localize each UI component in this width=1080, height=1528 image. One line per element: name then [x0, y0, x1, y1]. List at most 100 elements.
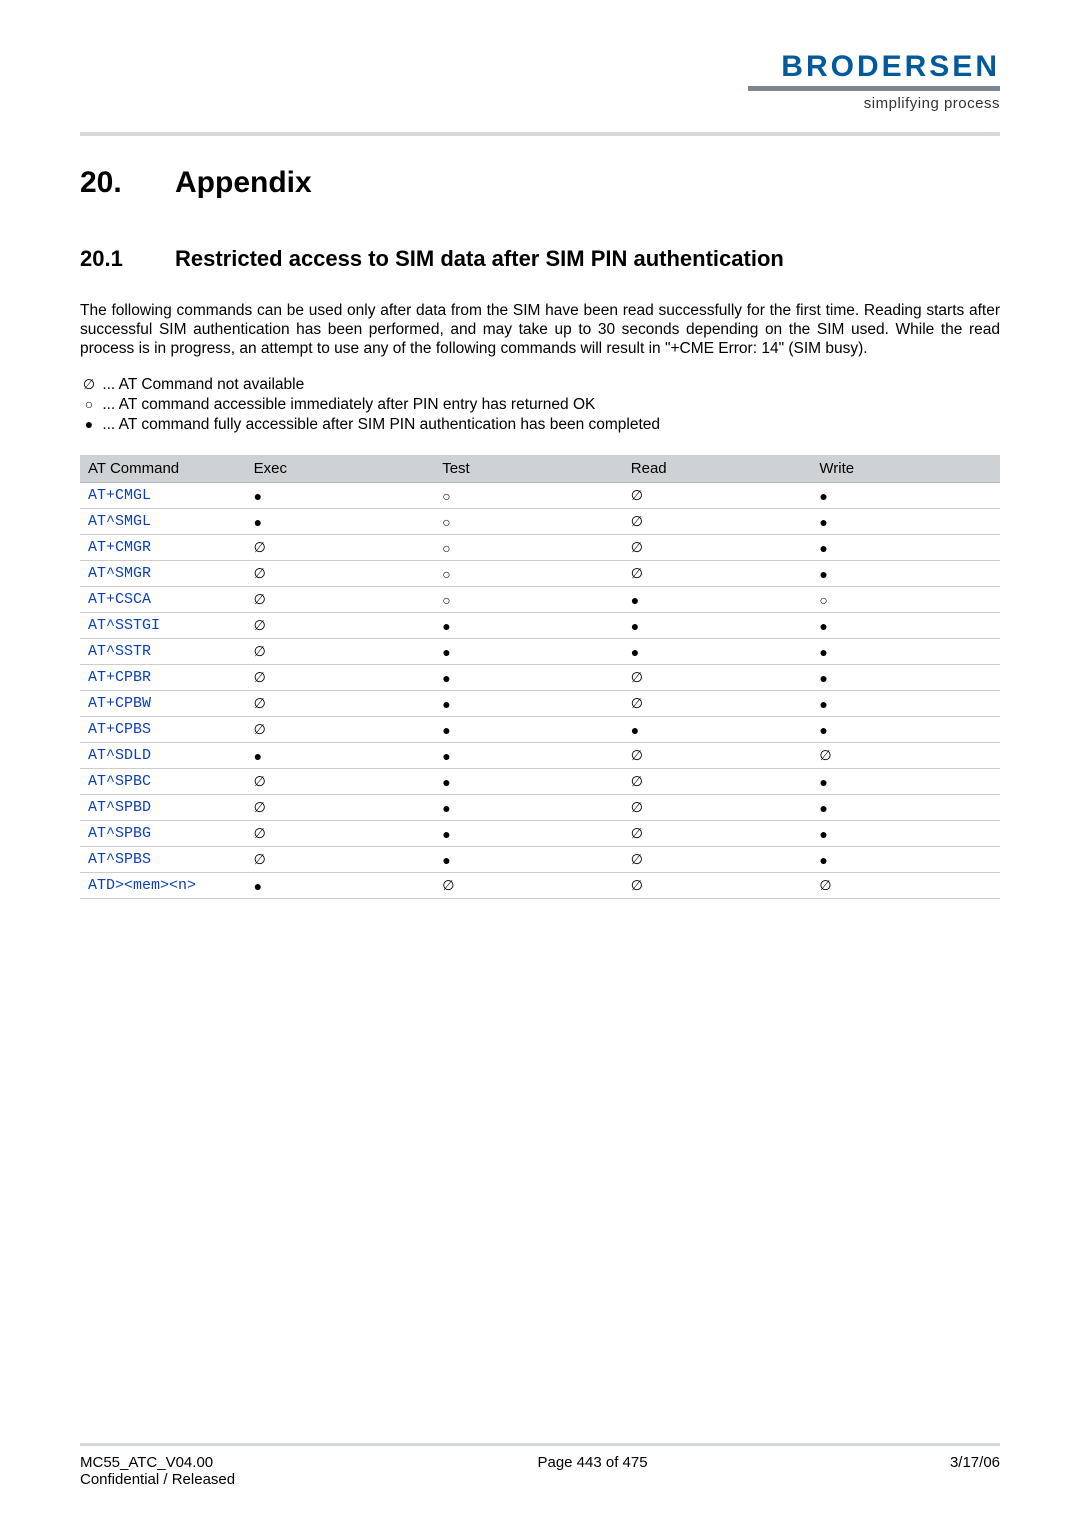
- cell-exec: ∅: [246, 587, 435, 613]
- legend-text-full: ... AT command fully accessible after SI…: [102, 416, 660, 433]
- cell-command: AT^SDLD: [80, 743, 246, 769]
- cell-read: ∅: [623, 483, 812, 509]
- section-heading: 20.1Restricted access to SIM data after …: [80, 246, 1000, 272]
- cell-write: ∅: [811, 743, 1000, 769]
- cell-read: ∅: [623, 509, 812, 535]
- cell-write: ●: [811, 691, 1000, 717]
- cell-command: AT+CPBW: [80, 691, 246, 717]
- cell-write: ●: [811, 821, 1000, 847]
- cell-write: ●: [811, 847, 1000, 873]
- cell-exec: ∅: [246, 561, 435, 587]
- cell-read: ●: [623, 587, 812, 613]
- cell-test: ●: [434, 769, 623, 795]
- table-row: AT^SSTR∅●●●: [80, 639, 1000, 665]
- cell-exec: ●: [246, 743, 435, 769]
- table-row: AT^SPBD∅●∅●: [80, 795, 1000, 821]
- table-row: AT^SMGL●○∅●: [80, 509, 1000, 535]
- cell-exec: ∅: [246, 717, 435, 743]
- table-head: AT Command Exec Test Read Write: [80, 455, 1000, 483]
- legend-text-na: ... AT Command not available: [102, 376, 304, 393]
- cell-test: ○: [434, 509, 623, 535]
- table-row: AT^SPBS∅●∅●: [80, 847, 1000, 873]
- cell-command: AT^SPBG: [80, 821, 246, 847]
- cell-test: ●: [434, 639, 623, 665]
- cell-command: AT^SPBD: [80, 795, 246, 821]
- page-header: BRODERSEN simplifying process: [80, 50, 1000, 112]
- cell-test: ●: [434, 691, 623, 717]
- cell-command: AT^SSTR: [80, 639, 246, 665]
- cell-read: ∅: [623, 743, 812, 769]
- cell-write: ●: [811, 665, 1000, 691]
- cell-write: ●: [811, 613, 1000, 639]
- table-row: AT+CPBR∅●∅●: [80, 665, 1000, 691]
- table-row: AT^SDLD●●∅∅: [80, 743, 1000, 769]
- cell-write: ●: [811, 639, 1000, 665]
- cell-test: ○: [434, 587, 623, 613]
- footer-page: Page 443 of 475: [235, 1454, 950, 1488]
- brand-logo: BRODERSEN: [748, 50, 1000, 84]
- table-row: AT+CPBS∅●●●: [80, 717, 1000, 743]
- footer-confidentiality: Confidential / Released: [80, 1471, 235, 1488]
- cell-command: AT+CMGL: [80, 483, 246, 509]
- cell-read: ∅: [623, 821, 812, 847]
- section-title: Restricted access to SIM data after SIM …: [175, 246, 784, 271]
- cell-exec: ●: [246, 509, 435, 535]
- cell-write: ∅: [811, 873, 1000, 899]
- cell-read: ∅: [623, 691, 812, 717]
- footer-doc-id: MC55_ATC_V04.00: [80, 1454, 213, 1471]
- table-row: AT+CMGR∅○∅●: [80, 535, 1000, 561]
- th-exec: Exec: [246, 455, 435, 483]
- logo-block: BRODERSEN simplifying process: [748, 50, 1000, 112]
- legend-row-na: ∅ ... AT Command not available: [80, 375, 1000, 395]
- brand-tagline: simplifying process: [748, 95, 1000, 112]
- cell-read: ●: [623, 613, 812, 639]
- legend-symbol-open: ○: [80, 395, 98, 413]
- cell-exec: ∅: [246, 535, 435, 561]
- cell-write: ●: [811, 769, 1000, 795]
- cell-test: ○: [434, 561, 623, 587]
- cell-read: ∅: [623, 769, 812, 795]
- table-body: AT+CMGL●○∅●AT^SMGL●○∅●AT+CMGR∅○∅●AT^SMGR…: [80, 483, 1000, 899]
- cell-read: ∅: [623, 795, 812, 821]
- table-row: AT^SPBG∅●∅●: [80, 821, 1000, 847]
- cell-write: ●: [811, 717, 1000, 743]
- cell-write: ●: [811, 561, 1000, 587]
- cell-test: ●: [434, 665, 623, 691]
- cell-command: AT+CSCA: [80, 587, 246, 613]
- cell-read: ∅: [623, 847, 812, 873]
- legend-symbol-full: ●: [80, 415, 98, 433]
- table-row: AT^SPBC∅●∅●: [80, 769, 1000, 795]
- cell-read: ∅: [623, 873, 812, 899]
- legend-text-open: ... AT command accessible immediately af…: [102, 396, 595, 413]
- intro-paragraph: The following commands can be used only …: [80, 302, 1000, 359]
- cell-write: ●: [811, 483, 1000, 509]
- cell-command: AT^SPBS: [80, 847, 246, 873]
- legend-row-open: ○ ... AT command accessible immediately …: [80, 395, 1000, 415]
- th-test: Test: [434, 455, 623, 483]
- cell-exec: ∅: [246, 639, 435, 665]
- cell-command: AT^SSTGI: [80, 613, 246, 639]
- cell-exec: ∅: [246, 665, 435, 691]
- cell-test: ●: [434, 613, 623, 639]
- cell-exec: ●: [246, 873, 435, 899]
- cell-test: ●: [434, 821, 623, 847]
- cell-exec: ∅: [246, 795, 435, 821]
- legend: ∅ ... AT Command not available ○ ... AT …: [80, 375, 1000, 435]
- cell-command: ATD><mem><n>: [80, 873, 246, 899]
- cell-exec: ∅: [246, 691, 435, 717]
- cell-test: ●: [434, 743, 623, 769]
- th-command: AT Command: [80, 455, 246, 483]
- cell-read: ∅: [623, 665, 812, 691]
- cell-test: ○: [434, 535, 623, 561]
- cell-test: ●: [434, 795, 623, 821]
- table-row: AT^SMGR∅○∅●: [80, 561, 1000, 587]
- logo-underline: [748, 86, 1000, 91]
- cell-command: AT^SMGR: [80, 561, 246, 587]
- cell-read: ∅: [623, 561, 812, 587]
- cell-command: AT^SPBC: [80, 769, 246, 795]
- table-row: AT^SSTGI∅●●●: [80, 613, 1000, 639]
- cell-write: ○: [811, 587, 1000, 613]
- cell-test: ●: [434, 717, 623, 743]
- cell-command: AT+CPBR: [80, 665, 246, 691]
- cell-read: ●: [623, 717, 812, 743]
